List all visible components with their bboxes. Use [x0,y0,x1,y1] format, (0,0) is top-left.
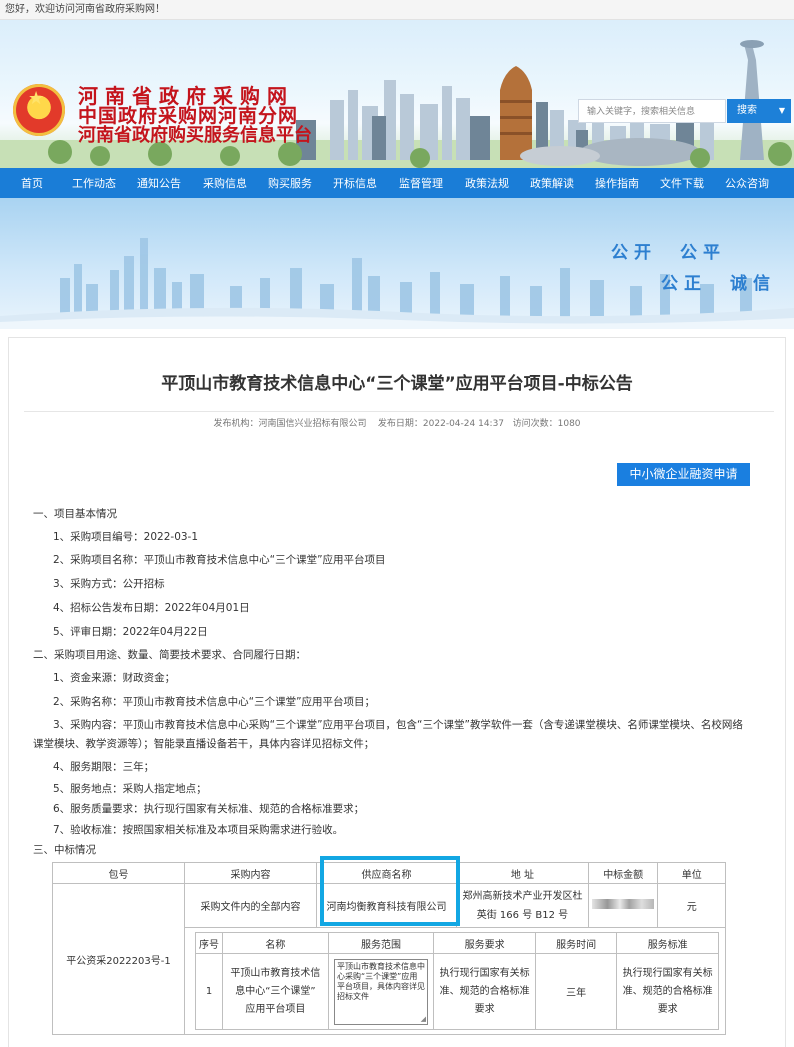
section-2-heading: 二、采购项目用途、数量、简要技术要求、合同履行日期： [33,649,306,661]
finance-apply-button[interactable]: 中小微企业融资申请 [617,463,750,486]
name-line-3: 应用平台项目 [245,1003,306,1015]
name-cell: 平顶山市教育技术信 息中心“三个课堂” 应用平台项目 [222,953,329,1030]
col-package: 包号 [52,862,185,884]
supplier-highlight-box [320,856,460,926]
address-line-1: 郑州高新技术产业开发区杜 [462,890,583,902]
chevron-down-icon[interactable]: ▼ [779,99,785,123]
package-cell: 平公资采2022203号-1 [52,883,185,1035]
search-input[interactable]: 输入关键字，搜索相关信息 [578,99,726,123]
scope-cell: 平顶山市教育技术信息中心采购“三个课堂”应用平台项目，具体内容详见招标文件 ◢ [327,953,435,1030]
col-name: 名称 [222,932,329,954]
slogan-line-2: 公正 诚信 [661,274,776,294]
s1-item-2: 2、采购项目名称：平顶山市教育技术信息中心“三个课堂”应用平台项目 [53,554,386,566]
nav-item-bid-opening[interactable]: 开标信息 [333,175,377,191]
s2-item-6: 6、服务质量要求：执行现行国家有关标准、规范的合格标准要求； [53,803,365,815]
col-standard: 服务标准 [616,932,719,954]
site-brand: 河南省政府采购网 中国政府采购网河南分网 河南省政府购买服务信息平台 [78,86,312,146]
std-line-1: 执行现行国家有关标 [622,967,713,979]
s2-item-2: 2、采购名称：平顶山市教育技术信息中心“三个课堂”应用平台项目； [53,696,376,708]
time-cell: 三年 [534,953,618,1030]
scope-textarea[interactable]: 平顶山市教育技术信息中心采购“三个课堂”应用平台项目，具体内容详见招标文件 ◢ [334,958,429,1025]
seq-cell: 1 [194,953,224,1030]
col-requirement: 服务要求 [433,932,536,954]
emblem-star-icon: ★ [28,88,45,109]
nav-item-interpretation[interactable]: 政策解读 [530,175,574,191]
slogan-line-1: 公开 公平 [611,243,726,263]
s1-item-1: 1、采购项目编号：2022-03-1 [53,531,199,543]
col-address: 地 址 [455,862,589,884]
content-cell: 采购文件内的全部内容 [183,883,317,928]
title-divider [24,411,774,412]
s2-item-1: 1、资金来源：财政资金； [53,672,176,684]
search-button-label: 搜索 [737,105,757,116]
req-line-1: 执行现行国家有关标 [439,967,530,979]
hero-banner: 公开 公平 公正 诚信 [0,198,794,329]
redacted-amount [592,899,655,909]
col-content: 采购内容 [183,862,317,884]
std-line-2: 准、规范的合格标准 [622,985,713,997]
nav-item-guide[interactable]: 操作指南 [595,175,639,191]
main-nav: 首页 工作动态 通知公告 采购信息 购买服务 开标信息 监督管理 政策法规 政策… [0,168,794,198]
s1-item-4: 4、招标公告发布日期：2022年04月01日 [53,602,250,614]
requirement-cell: 执行现行国家有关标 准、规范的合格标准 要求 [433,953,536,1030]
col-scope: 服务范围 [327,932,435,954]
col-amount: 中标金额 [587,862,659,884]
req-line-2: 准、规范的合格标准 [439,985,530,997]
amount-cell [587,883,659,928]
standard-cell: 执行现行国家有关标 准、规范的合格标准 要求 [616,953,719,1030]
search-button[interactable]: 搜索 ▼ [727,99,791,123]
address-cell: 郑州高新技术产业开发区杜 英街 166 号 B12 号 [455,883,589,928]
nav-item-service-purchase[interactable]: 购买服务 [268,175,312,191]
brand-line-2: 中国政府采购网河南分网 [78,105,299,127]
nav-item-downloads[interactable]: 文件下载 [660,175,704,191]
brand-line-1: 河南省政府采购网 [78,84,294,108]
unit-cell: 元 [657,883,726,928]
search-placeholder: 输入关键字，搜索相关信息 [587,107,696,117]
article-title: 平顶山市教育技术信息中心“三个课堂”应用平台项目-中标公告 [161,374,633,394]
s2-item-4: 4、服务期限：三年； [53,761,155,773]
nav-item-supervision[interactable]: 监督管理 [399,175,443,191]
s2-item-5: 5、服务地点：采购人指定地点； [53,783,207,795]
address-line-2: 英街 166 号 B12 号 [476,909,569,921]
service-header-row: 序号 名称 服务范围 服务要求 服务时间 服务标准 [194,932,719,954]
s1-item-3: 3、采购方式：公开招标 [53,578,165,590]
meta-date: 发布日期：2022-04-24 14:37 [377,419,505,429]
section-3-heading: 三、中标情况 [33,844,96,856]
article-meta: 发布机构：河南国信兴业招标有限公司 发布日期：2022-04-24 14:37 … [0,416,794,429]
hero-skyline-illustration [0,238,794,329]
nav-item-consultation[interactable]: 公众咨询 [725,175,769,191]
welcome-bar: 您好，欢迎访问河南省政府采购网！ [0,0,794,20]
service-detail-cell: 序号 名称 服务范围 服务要求 服务时间 服务标准 1 平顶山市教育技术信 息中… [183,927,727,1035]
welcome-text: 您好，欢迎访问河南省政府采购网！ [5,4,165,15]
nav-item-procurement-info[interactable]: 采购信息 [203,175,247,191]
col-seq: 序号 [194,932,224,954]
s2-item-3: 3、采购内容：平顶山市教育技术信息中心采购“三个课堂”应用平台项目，包含“三个课… [53,719,743,731]
table-row: 1 平顶山市教育技术信 息中心“三个课堂” 应用平台项目 平顶山市教育技术信息中… [194,953,719,1030]
nav-item-home[interactable]: 首页 [21,175,43,191]
s1-item-5: 5、评审日期：2022年04月22日 [53,626,208,638]
name-line-2: 息中心“三个课堂” [235,985,316,997]
col-unit: 单位 [657,862,726,884]
meta-visits: 访问次数：1080 [512,419,581,429]
req-line-3: 要求 [474,1003,495,1015]
brand-line-3: 河南省政府购买服务信息平台 [78,125,312,146]
name-line-1: 平顶山市教育技术信 [230,967,321,979]
scope-text: 平顶山市教育技术信息中心采购“三个课堂”应用平台项目，具体内容详见招标文件 [337,961,426,1001]
section-1-heading: 一、项目基本情况 [33,508,117,520]
nav-item-regulations[interactable]: 政策法规 [465,175,509,191]
nav-item-work-news[interactable]: 工作动态 [72,175,116,191]
s2-item-3-continued: 课堂模块、教学资源等）；智能录直播设备若干，具体内容详见招标文件； [33,738,375,750]
s2-item-7: 7、验收标准：按照国家相关标准及本项目采购需求进行验收。 [53,824,344,836]
service-table: 序号 名称 服务范围 服务要求 服务时间 服务标准 1 平顶山市教育技术信 息中… [194,932,719,1030]
std-line-3: 要求 [657,1003,678,1015]
meta-publisher: 发布机构：河南国信兴业招标有限公司 [213,419,367,429]
nav-item-notices[interactable]: 通知公告 [137,175,181,191]
resize-handle-icon[interactable]: ◢ [421,1014,426,1024]
site-banner: ★ 河南省政府采购网 中国政府采购网河南分网 河南省政府购买服务信息平台 输入关… [0,20,794,168]
col-time: 服务时间 [534,932,618,954]
